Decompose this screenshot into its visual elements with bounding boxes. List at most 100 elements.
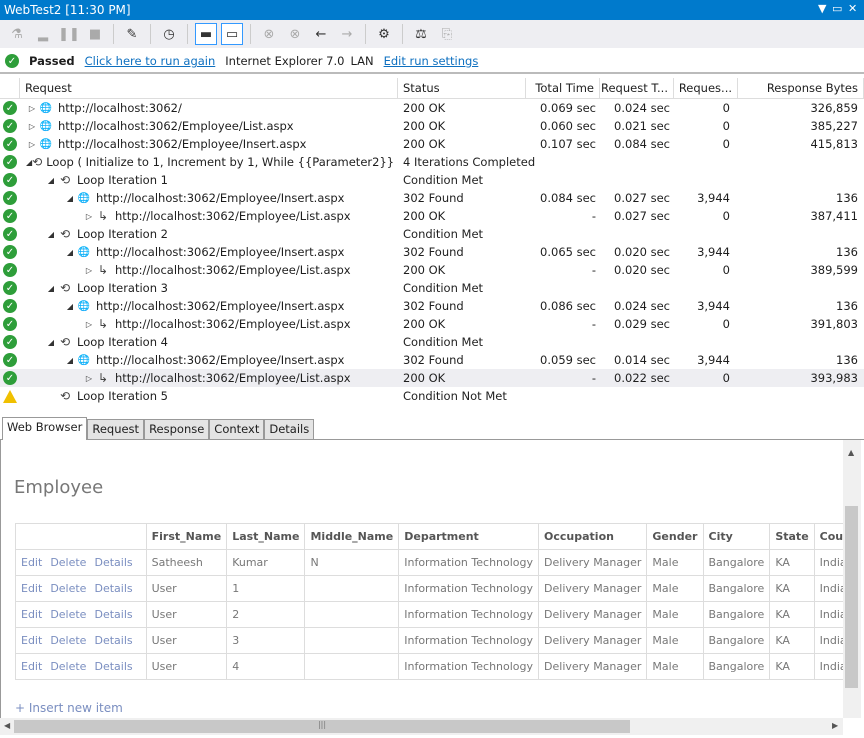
- delete-link[interactable]: Delete: [50, 660, 86, 673]
- header-request-time[interactable]: Request T...: [600, 78, 674, 98]
- tab-response[interactable]: Response: [144, 419, 210, 439]
- delete-link[interactable]: Delete: [50, 556, 86, 569]
- expand-toggle-icon[interactable]: ◢: [45, 284, 57, 293]
- tab-web-browser[interactable]: Web Browser: [2, 417, 88, 440]
- next-error-icon[interactable]: ⊗: [284, 23, 306, 45]
- folder-icon[interactable]: ▬: [195, 23, 217, 45]
- open-folder-icon[interactable]: ▭: [221, 23, 243, 45]
- web-recorder-icon[interactable]: ⚙: [373, 23, 395, 45]
- result-row[interactable]: ✓ ▷ ↳ http://localhost:3062/Employee/Lis…: [0, 315, 864, 333]
- result-row[interactable]: ✓ ▷ 🌐 http://localhost:3062/ 200 OK 0.06…: [0, 99, 864, 117]
- status-cell: 302 Found: [403, 353, 464, 367]
- expand-toggle-icon[interactable]: ▷: [83, 212, 95, 221]
- result-row[interactable]: ✓ ◢ 🌐 http://localhost:3062/Employee/Ins…: [0, 189, 864, 207]
- details-link[interactable]: Details: [94, 556, 132, 569]
- stop-icon[interactable]: ■: [84, 23, 106, 45]
- header-response-bytes[interactable]: Response Bytes: [738, 78, 864, 98]
- row-status-cell: ✓: [0, 227, 20, 241]
- expand-toggle-icon[interactable]: ◢: [45, 176, 57, 185]
- status-cell: Condition Met: [403, 173, 484, 187]
- edit-link[interactable]: Edit: [21, 634, 42, 647]
- actions-cell: Edit Delete Details: [15, 575, 147, 602]
- result-row[interactable]: ✓ ◢ 🌐 http://localhost:3062/Employee/Ins…: [0, 351, 864, 369]
- result-row[interactable]: ✓ ◢ ⟲ Loop ( Initialize to 1, Increment …: [0, 153, 864, 171]
- step-icon[interactable]: ▂: [32, 23, 54, 45]
- scroll-right-icon[interactable]: ▶: [832, 721, 838, 730]
- run-test-icon[interactable]: ⚗: [6, 23, 28, 45]
- total-time-cell: -: [591, 317, 596, 331]
- attach-icon[interactable]: ⎘: [436, 23, 458, 45]
- expand-toggle-icon[interactable]: ◢: [45, 338, 57, 347]
- status-cell: 4 Iterations Completed: [403, 155, 536, 169]
- result-row[interactable]: ✓ ◢ 🌐 http://localhost:3062/Employee/Ins…: [0, 297, 864, 315]
- generate-icon[interactable]: ✎: [121, 23, 143, 45]
- delete-link[interactable]: Delete: [50, 608, 86, 621]
- delete-link[interactable]: Delete: [50, 582, 86, 595]
- expand-toggle-icon[interactable]: ▷: [26, 122, 38, 131]
- expand-toggle-icon[interactable]: ▷: [26, 140, 38, 149]
- dropdown-icon[interactable]: ▼: [818, 2, 826, 15]
- previous-error-icon[interactable]: ⊗: [258, 23, 280, 45]
- result-row[interactable]: ✓ ◢ ⟲ Loop Iteration 3 Condition Met: [0, 279, 864, 297]
- expand-toggle-icon[interactable]: ▷: [83, 374, 95, 383]
- passed-icon: ✓: [3, 191, 17, 205]
- expand-toggle-icon[interactable]: ▷: [83, 320, 95, 329]
- edit-run-settings-link[interactable]: Edit run settings: [384, 54, 479, 68]
- edit-link[interactable]: Edit: [21, 556, 42, 569]
- horizontal-scroll-thumb[interactable]: |||: [14, 720, 630, 733]
- edit-link[interactable]: Edit: [21, 582, 42, 595]
- request-time-cell: 0.027 sec: [614, 191, 670, 205]
- close-icon[interactable]: ✕: [848, 2, 857, 15]
- result-row[interactable]: ✓ ◢ 🌐 http://localhost:3062/Employee/Ins…: [0, 243, 864, 261]
- redirect-icon: ↳: [97, 317, 109, 331]
- result-row[interactable]: ✓ ◢ ⟲ Loop Iteration 1 Condition Met: [0, 171, 864, 189]
- pause-icon[interactable]: ❚❚: [58, 23, 80, 45]
- tab-details[interactable]: Details: [264, 419, 315, 439]
- result-row[interactable]: ✓ ▷ ↳ http://localhost:3062/Employee/Lis…: [0, 261, 864, 279]
- vertical-scroll-thumb[interactable]: [845, 506, 858, 688]
- details-link[interactable]: Details: [94, 608, 132, 621]
- request-bytes-cell: 0: [722, 119, 730, 133]
- delete-link[interactable]: Delete: [50, 634, 86, 647]
- details-link[interactable]: Details: [94, 582, 132, 595]
- result-row[interactable]: ✓ ▷ ↳ http://localhost:3062/Employee/Lis…: [0, 207, 864, 225]
- result-row[interactable]: ✓ ▷ 🌐 http://localhost:3062/Employee/Ins…: [0, 135, 864, 153]
- expand-toggle-icon[interactable]: ◢: [45, 230, 57, 239]
- header-status[interactable]: Status: [398, 78, 526, 98]
- result-row[interactable]: ✓ ◢ ⟲ Loop Iteration 4 Condition Met: [0, 333, 864, 351]
- scroll-up-icon[interactable]: ▲: [848, 448, 854, 457]
- expand-toggle-icon[interactable]: ▷: [26, 104, 38, 113]
- expand-toggle-icon[interactable]: ◢: [64, 248, 76, 257]
- request-bytes-cell: 0: [722, 263, 730, 277]
- vertical-scrollbar[interactable]: ▲: [843, 440, 861, 718]
- details-link[interactable]: Details: [94, 660, 132, 673]
- edit-link[interactable]: Edit: [21, 608, 42, 621]
- header-total-time[interactable]: Total Time: [526, 78, 600, 98]
- add-to-test-icon[interactable]: ⚖: [410, 23, 432, 45]
- maximize-icon[interactable]: ▭: [832, 2, 842, 15]
- expand-toggle-icon[interactable]: ◢: [64, 194, 76, 203]
- insert-new-item-link[interactable]: + Insert new item: [15, 701, 123, 715]
- clock-icon[interactable]: ◷: [158, 23, 180, 45]
- request-time-cell: 0.084 sec: [614, 137, 670, 151]
- expand-toggle-icon[interactable]: ▷: [83, 266, 95, 275]
- result-row[interactable]: ⟲ Loop Iteration 5 Condition Not Met: [0, 387, 864, 405]
- expand-toggle-icon[interactable]: ◢: [64, 302, 76, 311]
- forward-arrow-icon[interactable]: →: [336, 23, 358, 45]
- header-request-bytes[interactable]: Reques...: [674, 78, 738, 98]
- employee-cell: Delivery Manager: [538, 549, 648, 576]
- header-request[interactable]: Request: [20, 78, 398, 98]
- result-row[interactable]: ✓ ▷ 🌐 http://localhost:3062/Employee/Lis…: [0, 117, 864, 135]
- scroll-left-icon[interactable]: ◀: [4, 721, 10, 730]
- tab-request[interactable]: Request: [87, 419, 145, 439]
- run-again-link[interactable]: Click here to run again: [85, 54, 216, 68]
- employee-cell: Information Technology: [398, 627, 540, 654]
- result-row[interactable]: ✓ ◢ ⟲ Loop Iteration 2 Condition Met: [0, 225, 864, 243]
- tab-context[interactable]: Context: [209, 419, 265, 439]
- expand-toggle-icon[interactable]: ◢: [64, 356, 76, 365]
- edit-link[interactable]: Edit: [21, 660, 42, 673]
- back-arrow-icon[interactable]: ←: [310, 23, 332, 45]
- result-row[interactable]: ✓ ▷ ↳ http://localhost:3062/Employee/Lis…: [0, 369, 864, 387]
- details-link[interactable]: Details: [94, 634, 132, 647]
- horizontal-scrollbar[interactable]: ◀ ||| ▶: [0, 718, 843, 735]
